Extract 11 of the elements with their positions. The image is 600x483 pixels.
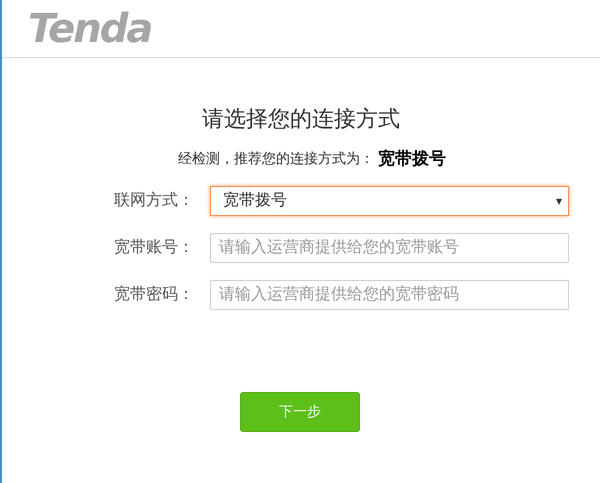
- dropdown-arrow-icon: ▾: [556, 192, 562, 210]
- connection-select[interactable]: 宽带拨号 ▾: [210, 186, 569, 216]
- text-field[interactable]: 请输入运营商提供给您的宽带账号: [210, 232, 569, 262]
- field-label: 宽带密码：: [113, 284, 195, 304]
- page-title: 请选择您的连接方式: [202, 105, 400, 133]
- field-label: 联网方式：: [113, 190, 195, 210]
- recommendation-text: 经检测，推荐您的连接方式为：: [178, 149, 374, 168]
- text-field[interactable]: 请输入运营商提供给您的宽带密码: [210, 280, 569, 310]
- field-label: 宽带账号：: [113, 238, 195, 258]
- recommended-method: 宽带拨号: [378, 148, 446, 170]
- logo: Tenda: [28, 8, 152, 48]
